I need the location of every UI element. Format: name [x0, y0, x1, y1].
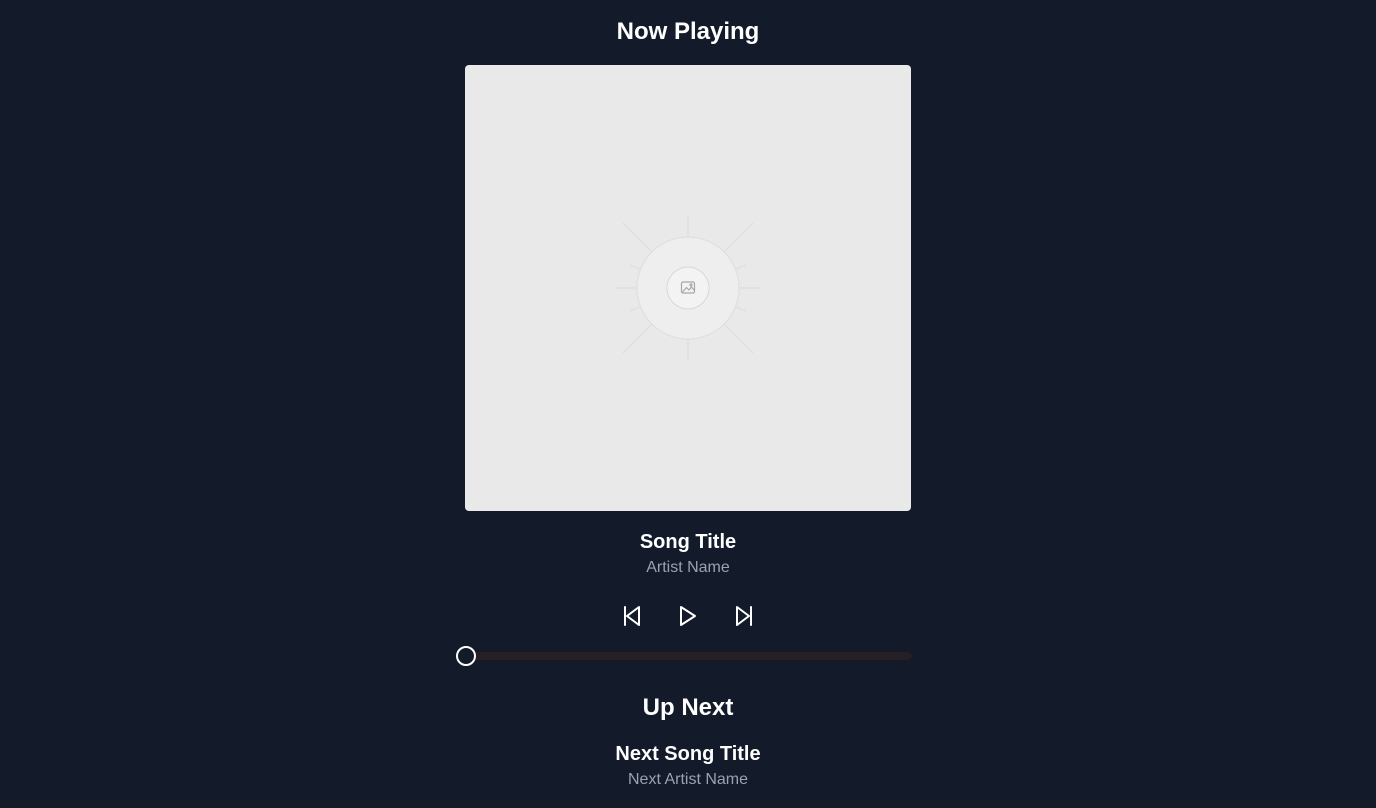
song-title: Song Title [639, 531, 737, 553]
up-next-heading: Up Next [642, 694, 734, 721]
skip-previous-icon [624, 606, 640, 626]
play-button[interactable] [673, 602, 701, 630]
skip-next-icon [736, 606, 752, 626]
image-placeholder-icon [615, 215, 761, 361]
next-button[interactable] [730, 602, 758, 630]
next-song-title: Next Song Title [615, 743, 761, 765]
next-artist-name: Next Artist Name [627, 771, 749, 788]
play-icon [680, 606, 696, 626]
artist-name: Artist Name [646, 559, 730, 576]
now-playing-heading: Now Playing [616, 18, 760, 45]
previous-button[interactable] [618, 602, 646, 630]
music-player: Now Playing Song Title Artist Name Up Ne… [0, 0, 1376, 808]
playback-controls [0, 602, 1376, 630]
progress-slider[interactable] [456, 646, 912, 666]
progress-thumb[interactable] [456, 646, 476, 666]
album-art [465, 65, 911, 511]
